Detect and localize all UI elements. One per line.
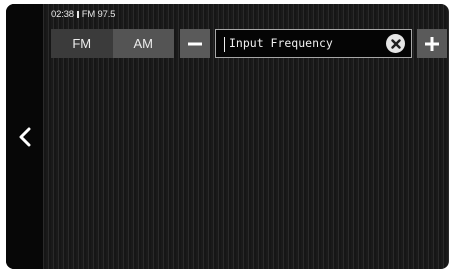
decrease-frequency-button[interactable] [180,29,210,58]
status-station: FM 97.5 [81,9,116,20]
frequency-input[interactable]: Input Frequency [215,29,412,58]
radio-screen: 02:38 FM 97.5 FM AM Input Frequency [6,4,449,269]
text-cursor [224,37,225,52]
tab-fm-label: FM [72,36,92,51]
clear-input-button[interactable] [386,34,405,53]
status-bar: 02:38 FM 97.5 [51,9,115,20]
band-selector: FM AM [51,29,174,58]
plus-icon [425,36,439,51]
increase-frequency-button[interactable] [417,29,447,58]
tab-fm[interactable]: FM [51,29,113,58]
chevron-left-icon [19,127,30,147]
minus-icon [188,42,202,45]
clear-circle-icon [390,38,401,49]
separator-icon [76,11,79,18]
side-nav-bar [6,4,43,269]
tab-am-label: AM [133,36,154,51]
tab-am[interactable]: AM [112,29,174,58]
back-button[interactable] [6,119,43,155]
status-time: 02:38 [51,9,74,20]
frequency-input-placeholder: Input Frequency [229,36,333,50]
